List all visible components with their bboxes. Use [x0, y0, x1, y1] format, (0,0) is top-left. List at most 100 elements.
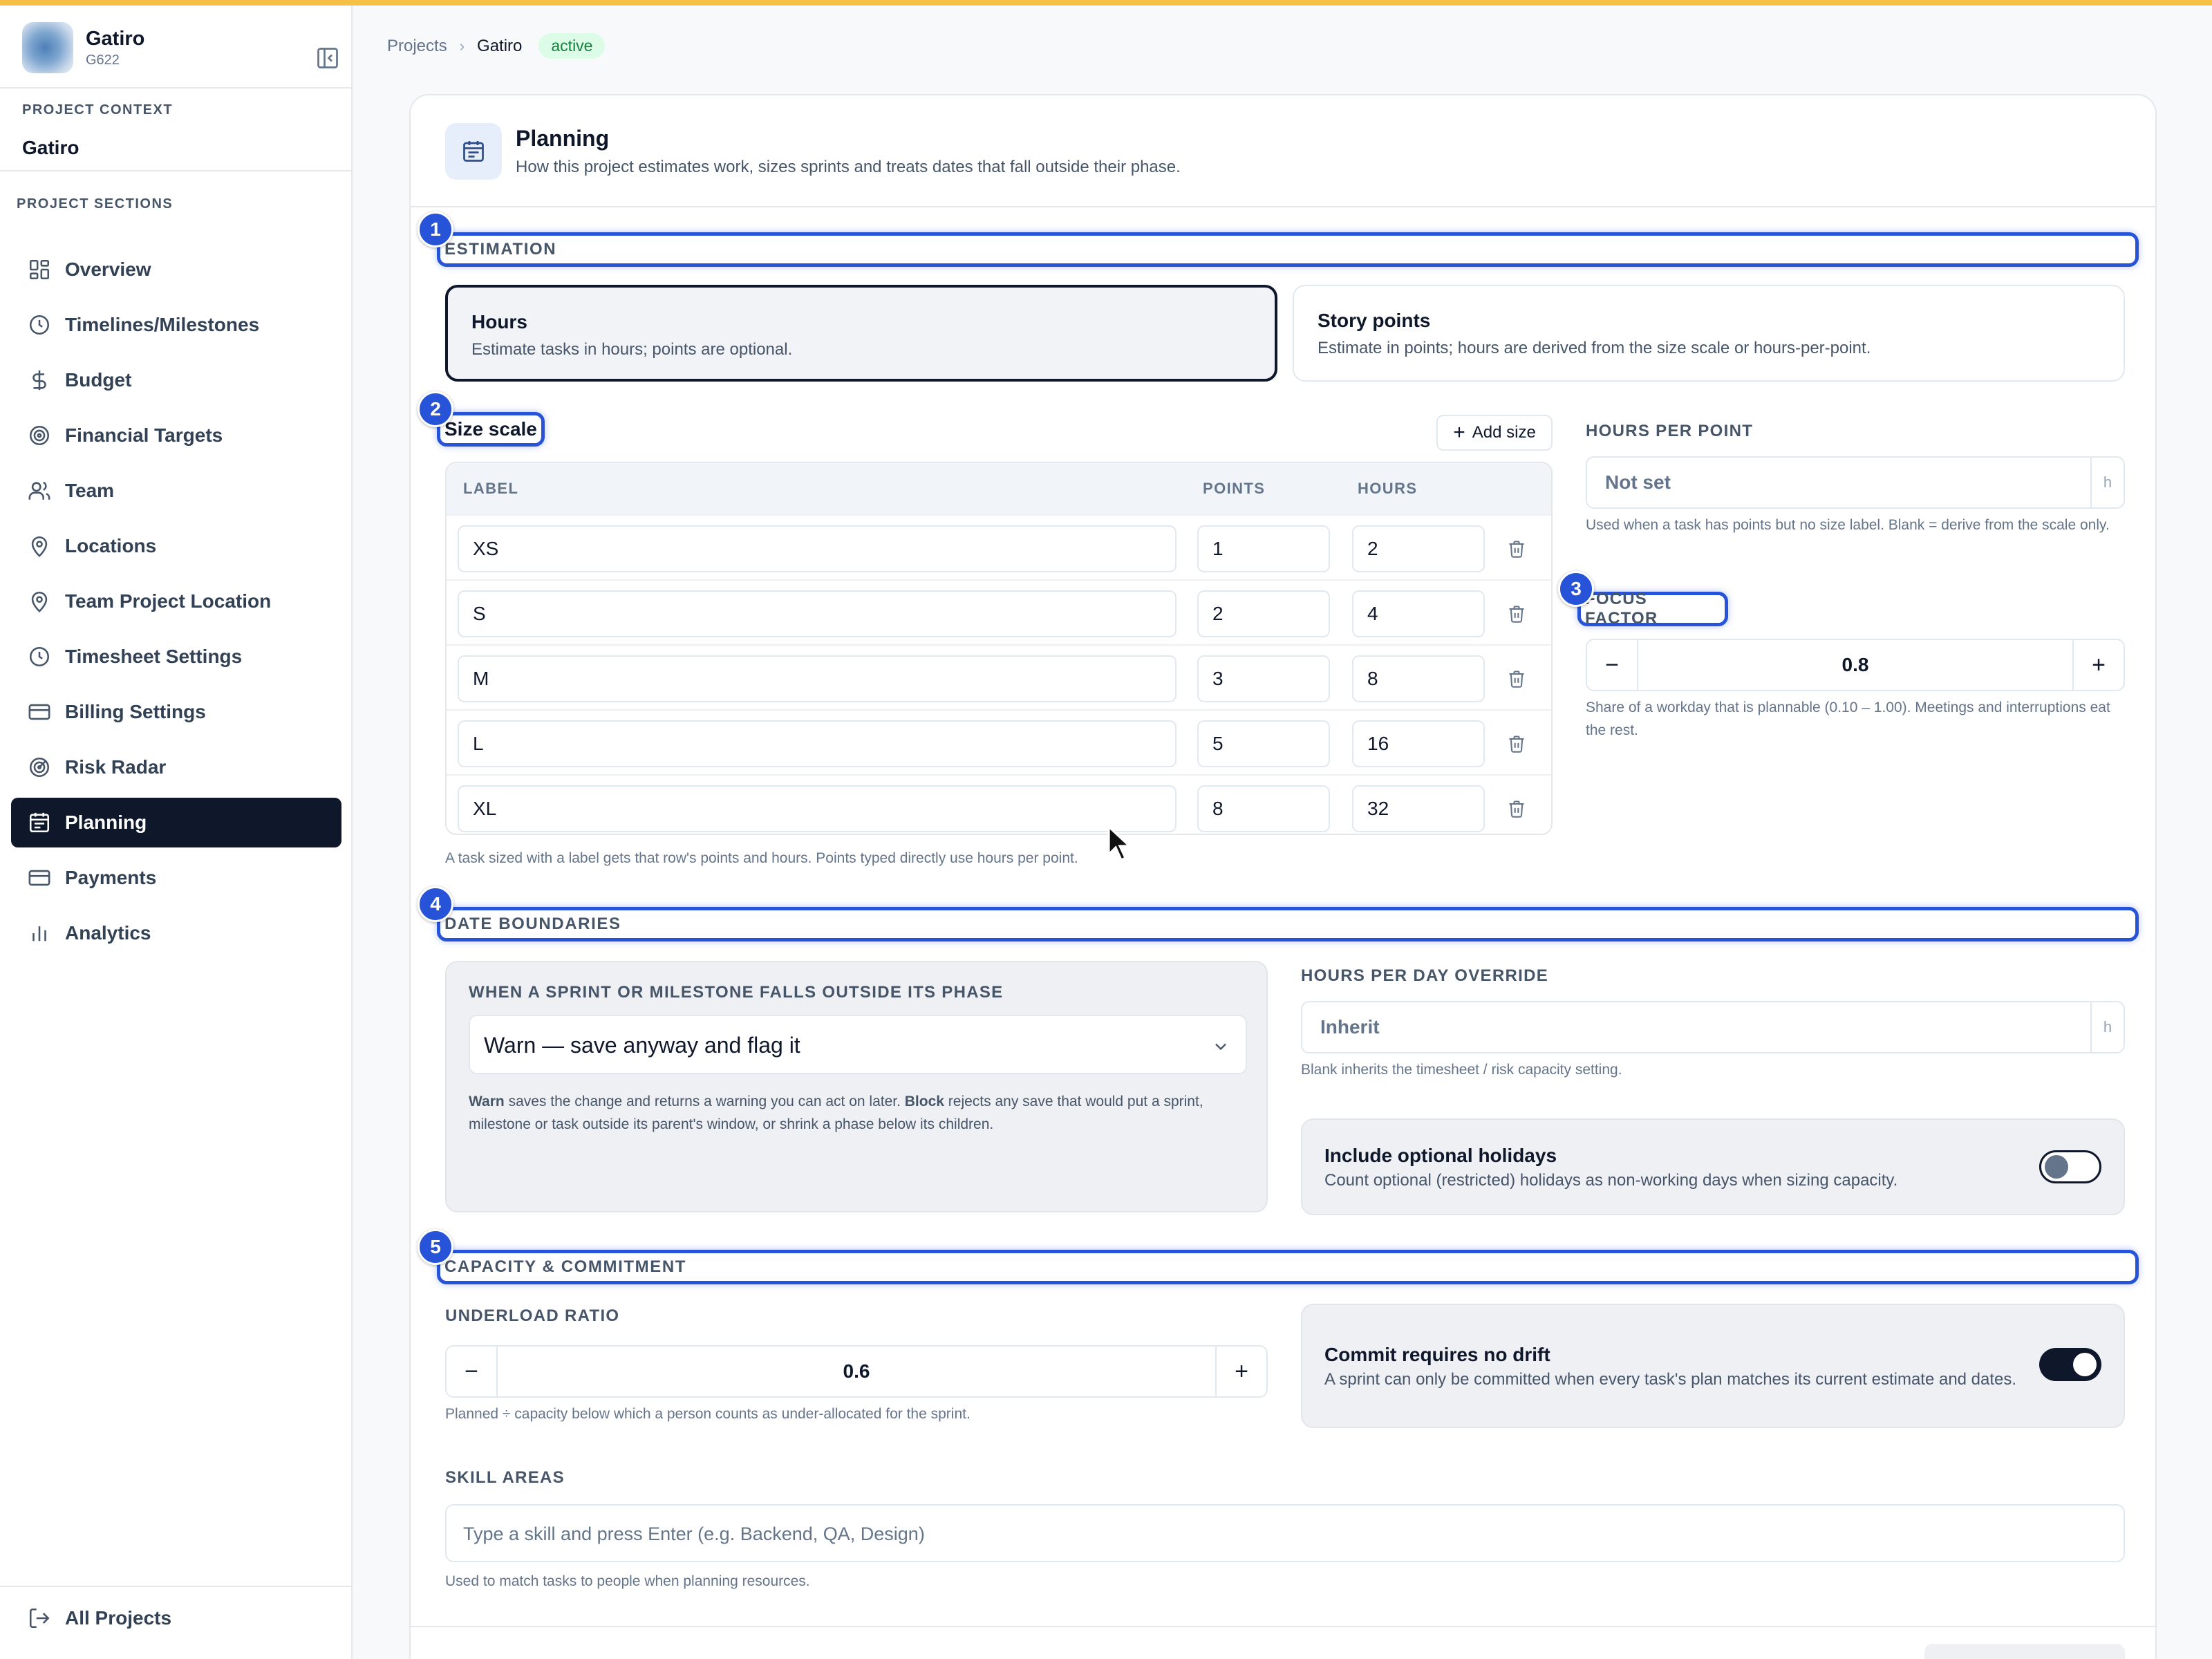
size-hours-input[interactable]: 4 [1352, 590, 1485, 637]
top-accent-bar [0, 0, 2212, 6]
sidebar-item-label: Team Project Location [65, 590, 272, 612]
sidebar-item-label: Overview [65, 259, 151, 280]
page-description: How this project estimates work, sizes s… [516, 158, 1181, 176]
footer-action-button[interactable] [1924, 1644, 2125, 1659]
option-description: Estimate tasks in hours; points are opti… [471, 340, 793, 359]
option-description: Estimate in points; hours are derived fr… [1318, 339, 1871, 357]
skill-areas-help: Used to match tasks to people when plann… [445, 1573, 810, 1589]
sidebar-item-billing-settings[interactable]: Billing Settings [11, 687, 341, 737]
sidebar-item-analytics[interactable]: Analytics [11, 908, 341, 958]
hours-per-day-override-input[interactable]: Inherit h [1301, 1001, 2125, 1053]
optional-holidays-desc: Count optional (restricted) holidays as … [1324, 1171, 1898, 1190]
planning-card: Planning How this project estimates work… [409, 94, 2157, 1659]
size-label-input[interactable]: XS [458, 525, 1177, 572]
status-badge: active [538, 33, 606, 59]
commit-no-drift-toggle[interactable] [2039, 1348, 2101, 1381]
clock-icon [29, 315, 50, 335]
page-title: Planning [516, 126, 610, 151]
underload-ratio-value[interactable]: 0.6 [498, 1360, 1215, 1382]
annotation-badge-3: 3 [1558, 571, 1594, 607]
sidebar-item-timesheet-settings[interactable]: Timesheet Settings [11, 632, 341, 682]
phase-policy-help: Warn saves the change and returns a warn… [469, 1091, 1247, 1136]
hours-per-point-help: Used when a task has points but no size … [1586, 517, 2110, 533]
skill-areas-input[interactable]: Type a skill and press Enter (e.g. Backe… [445, 1504, 2125, 1562]
sidebar-item-label: Planning [65, 812, 147, 833]
breadcrumb-projects[interactable]: Projects [387, 37, 447, 56]
hours-per-day-override-label: HOURS PER DAY OVERRIDE [1301, 966, 1549, 985]
brand: Gatiro G622 [22, 18, 338, 82]
sidebar-item-risk-radar[interactable]: Risk Radar [11, 742, 341, 792]
trash-icon[interactable] [1507, 669, 1526, 688]
size-hours-input[interactable]: 32 [1352, 785, 1485, 832]
phase-policy-select[interactable]: Warn — save anyway and flag it [469, 1015, 1247, 1074]
sidebar-item-overview[interactable]: Overview [11, 245, 341, 294]
warn-term: Warn [469, 1094, 505, 1109]
size-scale-table: LABEL POINTS HOURS XS 1 2 S 2 4 M 3 8 L … [445, 462, 1553, 835]
table-row: M 3 8 [447, 644, 1551, 709]
sidebar-item-financial-targets[interactable]: Financial Targets [11, 411, 341, 460]
divider [411, 206, 2155, 207]
size-label-input[interactable]: L [458, 720, 1177, 767]
decrement-button[interactable]: − [447, 1347, 498, 1396]
size-points-input[interactable]: 2 [1197, 590, 1330, 637]
table-header: LABEL POINTS HOURS [447, 463, 1551, 514]
sidebar-item-label: Risk Radar [65, 756, 167, 778]
sidebar-item-team-project-location[interactable]: Team Project Location [11, 577, 341, 626]
toggle-knob [2073, 1353, 2097, 1376]
target-icon [29, 425, 50, 446]
size-hours-input[interactable]: 16 [1352, 720, 1485, 767]
sidebar-collapse-icon[interactable] [315, 46, 340, 71]
brand-logo [22, 22, 73, 73]
size-points-input[interactable]: 3 [1197, 655, 1330, 702]
trash-icon[interactable] [1507, 799, 1526, 818]
plus-icon: + [1453, 421, 1465, 444]
breadcrumb: Projects › Gatiro active [387, 33, 606, 59]
size-points-input[interactable]: 8 [1197, 785, 1330, 832]
annotation-badge-2: 2 [418, 391, 453, 427]
size-points-input[interactable]: 1 [1197, 525, 1330, 572]
sidebar-item-planning[interactable]: Planning [11, 798, 341, 847]
map-pin-icon [31, 536, 48, 557]
divider [0, 1586, 353, 1587]
size-hours-input[interactable]: 2 [1352, 525, 1485, 572]
sidebar-item-label: Budget [65, 369, 132, 391]
add-size-button[interactable]: + Add size [1436, 415, 1553, 451]
annotation-badge-4: 4 [418, 886, 453, 922]
hours-unit: h [2090, 1002, 2124, 1052]
sidebar-item-label: Locations [65, 535, 157, 556]
sidebar-item-label: Analytics [65, 922, 151, 944]
underload-ratio-help: Planned ÷ capacity below which a person … [445, 1406, 971, 1422]
sidebar-item-timelines[interactable]: Timelines/Milestones [11, 300, 341, 350]
decrement-button[interactable]: − [1587, 640, 1638, 690]
project-context-label: PROJECT CONTEXT [22, 102, 174, 118]
trash-icon[interactable] [1507, 604, 1526, 624]
hours-per-day-override-placeholder: Inherit [1320, 1016, 1380, 1038]
size-label-input[interactable]: S [458, 590, 1177, 637]
sidebar-item-payments[interactable]: Payments [11, 853, 341, 903]
radar-icon [29, 757, 50, 778]
bar-chart-icon [32, 926, 46, 941]
increment-button[interactable]: + [1215, 1347, 1266, 1396]
increment-button[interactable]: + [2072, 640, 2124, 690]
size-label-input[interactable]: XL [458, 785, 1177, 832]
hours-per-point-input[interactable]: Not set h [1586, 456, 2125, 509]
trash-icon[interactable] [1507, 539, 1526, 559]
estimation-option-story-points[interactable]: Story points Estimate in points; hours a… [1293, 285, 2125, 382]
add-size-label: Add size [1472, 423, 1536, 442]
clock-icon [29, 646, 50, 667]
optional-holidays-toggle[interactable] [2039, 1150, 2101, 1183]
project-sections-nav: Overview Timelines/Milestones Budget Fin… [11, 245, 341, 964]
all-projects-link[interactable]: All Projects [28, 1606, 171, 1630]
underload-ratio-stepper: − 0.6 + [445, 1345, 1268, 1398]
trash-icon[interactable] [1507, 734, 1526, 753]
estimation-option-hours[interactable]: Hours Estimate tasks in hours; points ar… [445, 285, 1277, 382]
size-hours-input[interactable]: 8 [1352, 655, 1485, 702]
sidebar-item-locations[interactable]: Locations [11, 521, 341, 571]
size-label-input[interactable]: M [458, 655, 1177, 702]
focus-factor-value[interactable]: 0.8 [1638, 654, 2072, 676]
sidebar-item-team[interactable]: Team [11, 466, 341, 516]
sidebar-item-budget[interactable]: Budget [11, 355, 341, 405]
commit-no-drift-desc: A sprint can only be committed when ever… [1324, 1370, 2017, 1389]
commit-no-drift-panel: Commit requires no drift A sprint can on… [1301, 1304, 2125, 1428]
size-points-input[interactable]: 5 [1197, 720, 1330, 767]
